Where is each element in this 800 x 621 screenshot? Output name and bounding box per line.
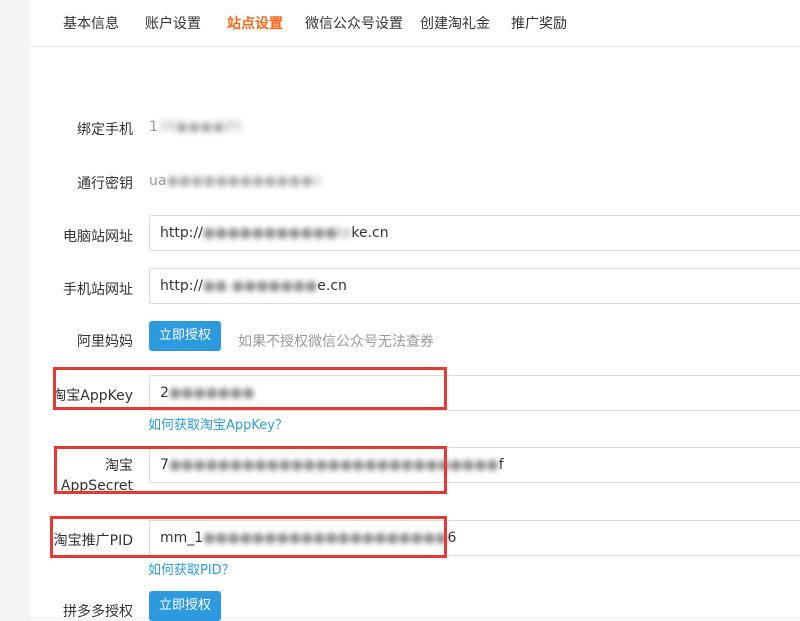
tab-create-taolijin[interactable]: 创建淘礼金 bbox=[420, 13, 490, 33]
appkey-input[interactable]: 2●●●●●●● bbox=[149, 375, 800, 411]
pid-help-link[interactable]: 如何获取PID？ bbox=[148, 559, 235, 578]
tab-account-settings[interactable]: 账户设置 bbox=[145, 13, 201, 33]
appsecret-label: 淘宝AppSecret bbox=[60, 458, 133, 494]
pid-input[interactable]: mm_1●●●●●●●●●●●●●●●●●●●●6 bbox=[149, 520, 800, 556]
tab-basic-info[interactable]: 基本信息 bbox=[63, 13, 119, 33]
alimama-label: 阿里妈妈 bbox=[77, 334, 133, 350]
pc-url-label: 电脑站网址 bbox=[63, 229, 133, 245]
alimama-authorize-button[interactable]: 立即授权 bbox=[149, 321, 222, 351]
secret-label: 通行密钥 bbox=[77, 176, 133, 192]
tab-wechat-settings[interactable]: 微信公众号设置 bbox=[305, 13, 403, 33]
mobile-url-label: 手机站网址 bbox=[63, 282, 133, 298]
mobile-url-input[interactable]: http://●● ●●●●●●●e.cn bbox=[149, 268, 800, 304]
phone-value: 138●●●●85 bbox=[149, 119, 243, 135]
tab-bar: 基本信息 账户设置 站点设置 微信公众号设置 创建淘礼金 推广奖励 bbox=[30, 0, 800, 47]
pid-label: 淘宝推广PID bbox=[53, 533, 133, 549]
pdd-label: 拼多多授权 bbox=[63, 604, 133, 620]
settings-panel: 基本信息 账户设置 站点设置 微信公众号设置 创建淘礼金 推广奖励 绑定手机 1… bbox=[30, 0, 800, 621]
tab-promotion-rewards[interactable]: 推广奖励 bbox=[511, 13, 567, 33]
secret-value: ua●●●●●●●●●●●●o bbox=[149, 173, 322, 189]
phone-label: 绑定手机 bbox=[77, 122, 133, 138]
alimama-hint: 如果不授权微信公众号无法查券 bbox=[238, 334, 434, 350]
appkey-label: 淘宝AppKey bbox=[52, 388, 133, 404]
tab-site-settings[interactable]: 站点设置 bbox=[227, 13, 283, 33]
appsecret-input[interactable]: 7●●●●●●●●●●●●●●●●●●●●●●●●●●●f bbox=[149, 447, 800, 483]
left-gutter bbox=[0, 0, 30, 617]
appkey-help-link[interactable]: 如何获取淘宝AppKey？ bbox=[148, 414, 288, 433]
pc-url-input[interactable]: http://●●●●●●●●●●●take.cn bbox=[149, 215, 800, 251]
